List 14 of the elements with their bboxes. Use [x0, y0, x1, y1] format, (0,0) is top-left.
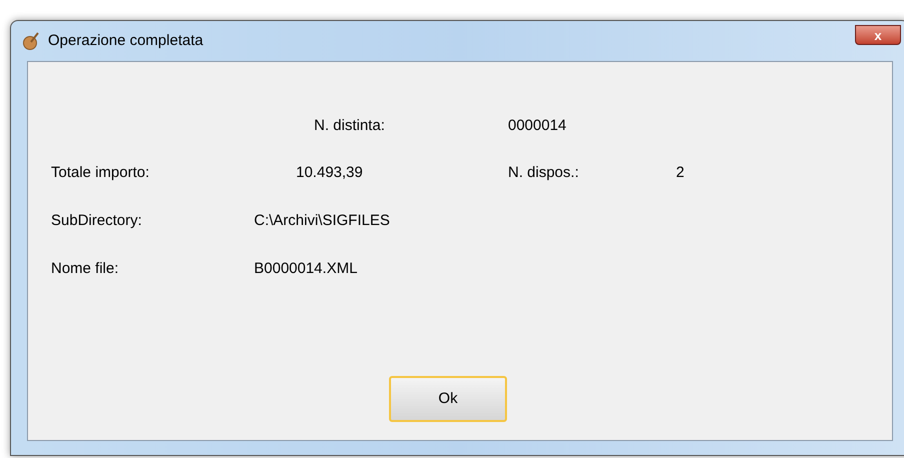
field-label: Totale importo: — [51, 162, 150, 183]
field-label: N. dispos.: — [508, 162, 580, 183]
field-label: Nome file: — [51, 258, 120, 279]
field-label: SubDirectory: — [51, 210, 143, 231]
field-value: 2 — [676, 162, 684, 183]
field-label: N. distinta: — [314, 116, 386, 136]
field-value: 10.493,39 — [296, 162, 364, 183]
close-button[interactable]: x — [855, 25, 901, 45]
field-value: 0000014 — [508, 116, 566, 136]
field-value: C:\Archivi\SIGFILES — [254, 210, 390, 231]
app-icon — [22, 32, 40, 50]
ok-button[interactable]: Ok — [389, 376, 507, 422]
window-title: Operazione completata — [48, 30, 204, 51]
field-value: B0000014.XML — [254, 258, 358, 279]
